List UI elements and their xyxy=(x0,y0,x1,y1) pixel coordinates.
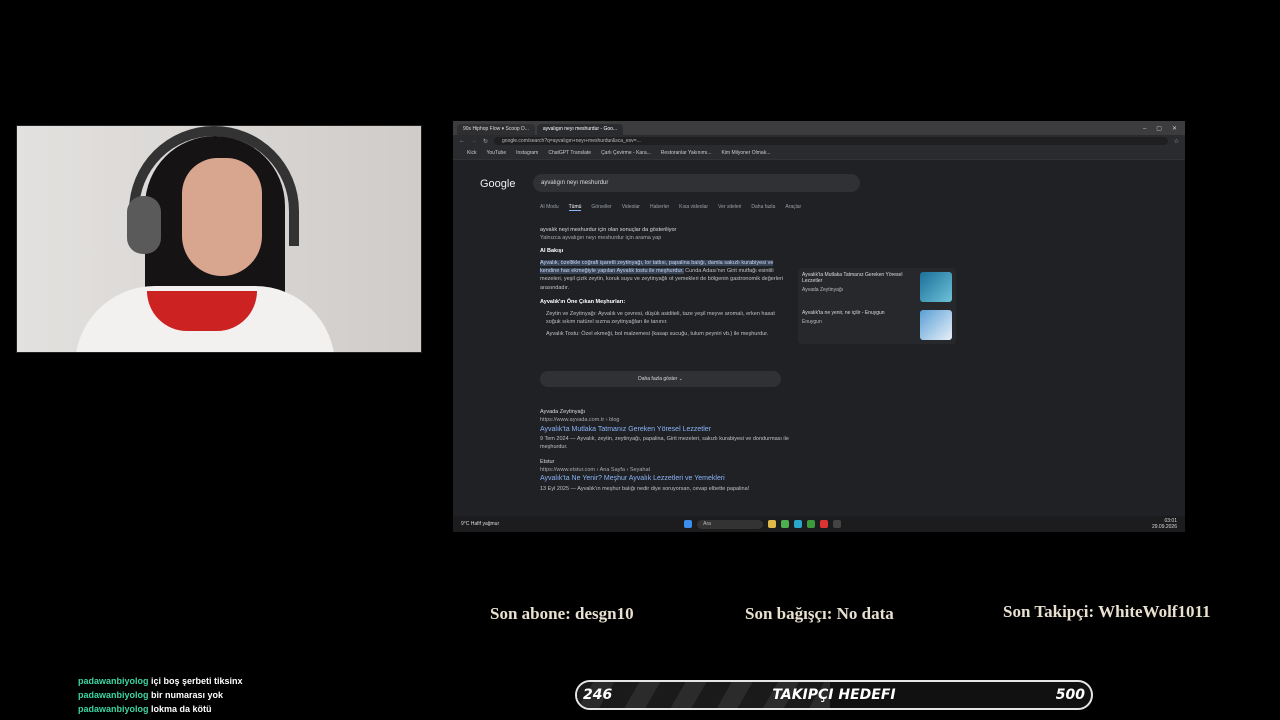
chat-text: içi boş şerbeti tiksinx xyxy=(151,676,243,686)
search-tab[interactable]: Ver siteleri xyxy=(718,204,741,211)
last-follower: Son Takipçi: WhiteWolf1011 xyxy=(1003,602,1211,621)
result-site: Ayvada Zeytinyağı xyxy=(540,409,586,415)
xbox-icon[interactable] xyxy=(807,519,816,528)
result-snippet: 9 Tem 2024 — Ayvalık, zeytin, zeytinyağı… xyxy=(540,436,789,451)
source-thumbnail xyxy=(920,310,952,340)
taskbar-search[interactable]: Ara xyxy=(697,519,764,529)
app-icon[interactable] xyxy=(820,519,829,528)
last-donor: Son bağışçı: No data xyxy=(745,604,894,623)
close-icon[interactable]: ✕ xyxy=(1172,124,1177,135)
bookmarks-bar: Kick YouTube Instagram ChatGPT Translate… xyxy=(453,147,1185,160)
ai-bullet: Zeytin ve Zeytinyağı: Ayvalık ve çevresi… xyxy=(546,311,775,326)
taskbar-icons: Ara xyxy=(684,519,842,529)
search-tab[interactable]: Görseller xyxy=(591,204,611,211)
windows-start-icon[interactable] xyxy=(684,519,693,528)
chat-overlay: padawanbiyolog içi boş şerbeti tiksinx p… xyxy=(78,674,243,716)
chat-message: padawanbiyolog içi boş şerbeti tiksinx xyxy=(78,674,243,688)
result-url: https://www.ayvada.com.tr › blog xyxy=(540,417,620,424)
bookmark-item[interactable]: Kick xyxy=(467,150,476,156)
search-tab[interactable]: Daha fazla xyxy=(751,204,775,211)
maximize-icon[interactable]: ▢ xyxy=(1156,124,1162,135)
address-bar[interactable]: google.com/search?q=ayvalıgın+neyı+meshu… xyxy=(494,137,1168,145)
chat-username: padawanbiyolog xyxy=(78,676,149,686)
forward-icon[interactable]: → xyxy=(471,138,477,144)
search-input[interactable]: ayvalıgın neyı meshurdur xyxy=(533,174,860,192)
webcam-feed xyxy=(16,125,422,353)
ai-overview-text: Ayvalık, özellikle coğrafi işaretli zeyt… xyxy=(540,259,790,292)
taskbar-clock[interactable]: 03:01 29.09.2026 xyxy=(1152,518,1185,530)
search-tab[interactable]: Araçlar xyxy=(785,204,801,211)
browser-tab[interactable]: 90s Hiphop Flow ▾ Scoop D... xyxy=(457,124,535,135)
chat-username: padawanbiyolog xyxy=(78,704,149,714)
star-icon[interactable]: ☆ xyxy=(1174,138,1179,145)
reload-icon[interactable]: ↻ xyxy=(483,138,488,145)
chat-message: padawanbiyolog lokma da kötü xyxy=(78,702,243,716)
chat-message: padawanbiyolog bir numarası yok xyxy=(78,688,243,702)
bookmark-item[interactable]: ChatGPT Translate xyxy=(548,150,591,156)
source-thumbnail xyxy=(920,272,952,302)
headset-earcup xyxy=(127,196,161,254)
spelling-correction[interactable]: ayvalık neyi meshurdur için olan sonuçla… xyxy=(540,226,790,234)
last-subscriber: Son abone: desgn10 xyxy=(490,604,634,623)
results-column: ayvalık neyi meshurdur için olan sonuçla… xyxy=(540,226,790,338)
ai-sources-panel: Ayvalık'ta Mutlaka Tatmanız Gereken Yöre… xyxy=(798,268,956,344)
google-results-page: Google ayvalıgın neyı meshurdur AI Modu … xyxy=(453,160,1185,522)
minimize-icon[interactable]: – xyxy=(1143,124,1146,135)
chat-text: lokma da kötü xyxy=(151,704,212,714)
browser-tab-active[interactable]: ayvalıgın neyı meshurdur - Goo... xyxy=(536,124,624,135)
source-card[interactable]: Ayvalık'ta Mutlaka Tatmanız Gereken Yöre… xyxy=(802,272,952,302)
steam-icon[interactable] xyxy=(833,519,842,528)
search-tab[interactable]: Kısa videolar xyxy=(679,204,708,211)
ai-bullet: Ayvalık Tostu: Özel ekmeği, bol malzemes… xyxy=(546,330,769,337)
result-snippet: 13 Eyl 2025 — Ayvalık'ın meşhur balığı n… xyxy=(540,485,750,492)
result-site: Etstur xyxy=(540,458,555,465)
bookmark-item[interactable]: Instagram xyxy=(516,150,538,156)
show-more-button[interactable]: Daha fazla göster ⌄ xyxy=(540,371,781,387)
organic-results: Ayvada Zeytinyağı https://www.ayvada.com… xyxy=(540,408,800,493)
weather-widget[interactable]: 9°C Hafif yağmur xyxy=(453,521,499,527)
windows-taskbar: 9°C Hafif yağmur Ara 03:01 29.09.2026 xyxy=(453,516,1185,532)
ai-overview-label: AI Bakışı xyxy=(540,247,564,254)
result-url: https://www.etstur.com › Ana Sayfa › Sey… xyxy=(540,466,651,473)
clock-date: 29.09.2026 xyxy=(1151,524,1177,530)
google-logo[interactable]: Google xyxy=(480,178,515,190)
browser-tabbar: 90s Hiphop Flow ▾ Scoop D... ayvalıgın n… xyxy=(453,121,1185,135)
search-tab[interactable]: Haberler xyxy=(650,204,669,211)
chrome-icon[interactable] xyxy=(781,519,790,528)
search-tab[interactable]: Videolar xyxy=(622,204,640,211)
back-icon[interactable]: ← xyxy=(459,138,465,144)
screen-capture: 90s Hiphop Flow ▾ Scoop D... ayvalıgın n… xyxy=(453,121,1185,532)
chat-username: padawanbiyolog xyxy=(78,690,149,700)
bookmark-item[interactable]: YouTube xyxy=(486,150,506,156)
search-tab-active[interactable]: Tümü xyxy=(568,204,582,211)
bookmark-item[interactable]: Kim Milyoner Olmak... xyxy=(721,150,770,156)
chat-text: bir numarası yok xyxy=(151,690,224,700)
famous-heading: Ayvalık'ın Öne Çıkan Meşhurları: xyxy=(540,298,626,305)
search-tab[interactable]: AI Modu xyxy=(540,204,559,211)
search-tabs: AI Modu Tümü Görseller Videolar Haberler… xyxy=(540,204,801,211)
goal-target: 500 xyxy=(1055,687,1085,703)
goal-title: TAKIPÇI HEDEFI xyxy=(772,687,896,703)
bookmark-item[interactable]: Restoranlar Yakınımı... xyxy=(661,150,712,156)
edge-icon[interactable] xyxy=(794,519,803,528)
file-explorer-icon[interactable] xyxy=(768,519,777,528)
source-card[interactable]: Ayvalık'ta ne yenir, ne içilir - Enuygun… xyxy=(802,310,952,340)
result-title-link[interactable]: Ayvalık'ta Ne Yenir? Meşhur Ayvalık Lezz… xyxy=(540,474,800,485)
follower-goal-bar: 246 TAKIPÇI HEDEFI 500 xyxy=(575,680,1093,710)
address-bar-row: ← → ↻ google.com/search?q=ayvalıgın+neyı… xyxy=(453,135,1185,147)
spelling-original[interactable]: Yalnızca ayvalıgın neyı meshurdur için a… xyxy=(540,234,790,242)
result-title-link[interactable]: Ayvalık'ta Mutlaka Tatmanız Gereken Yöre… xyxy=(540,425,800,436)
show-more-label: Daha fazla göster xyxy=(638,376,678,382)
bookmark-item[interactable]: Çarlı Çevirme - Kara... xyxy=(601,150,651,156)
window-controls: – ▢ ✕ xyxy=(1143,124,1185,135)
